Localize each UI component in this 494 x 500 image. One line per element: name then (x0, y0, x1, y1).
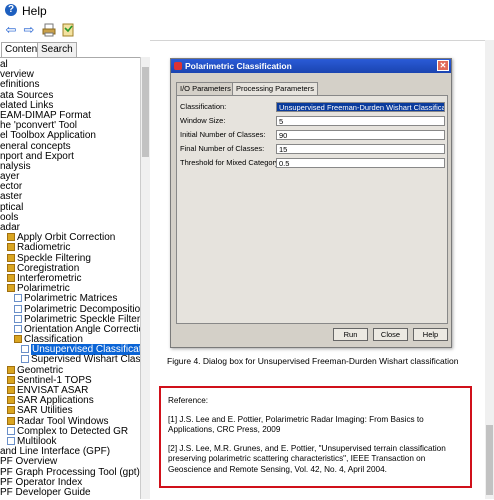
toolbar: ⇦ ⇨ (0, 22, 494, 40)
page-icon (14, 324, 22, 333)
book-icon (7, 365, 15, 374)
book-icon (7, 284, 15, 293)
reference-box: Reference: [1] J.S. Lee and E. Pottier, … (159, 386, 472, 488)
page-icon (14, 304, 22, 313)
content-scrollbar[interactable] (485, 40, 494, 499)
classification-select: Unsupervised Freeman-Durden Wishart Clas… (276, 102, 445, 112)
page-icon (7, 426, 15, 435)
close-button: Close (373, 328, 408, 341)
help-button: Help (413, 328, 448, 341)
figure-caption: Figure 4. Dialog box for Unsupervised Fr… (167, 356, 459, 366)
dialog-title: Polarimetric Classification (185, 61, 292, 71)
book-icon (7, 243, 15, 252)
tab-processing-parameters: Processing Parameters (232, 82, 318, 95)
dialog-panel: Classification: Unsupervised Freeman-Dur… (176, 95, 448, 324)
tree-item[interactable]: PF Developer Guide (0, 486, 140, 498)
help-icon: ? (5, 4, 17, 16)
dialog-titlebar: Polarimetric Classification ✕ (171, 59, 451, 73)
tree-item-label: PF Developer Guide (0, 486, 91, 498)
page-icon (7, 436, 15, 445)
run-button: Run (333, 328, 368, 341)
book-icon (7, 396, 15, 405)
contents-tree: al verview efinitions ata Sources elated Lin… (0, 59, 140, 498)
tab-search[interactable]: Search (37, 42, 77, 57)
tree-scrollbar-thumb[interactable] (142, 67, 149, 157)
help-content: Polarimetric Classification ✕ I/O Parame… (150, 40, 485, 500)
book-icon (14, 335, 22, 344)
tab-io-parameters: I/O Parameters (176, 82, 235, 95)
final-classes-label: Final Number of Classes: (180, 144, 265, 153)
window-title: Help (22, 4, 47, 18)
window-size-field: 5 (276, 116, 445, 126)
contents-tree-pane: al verview efinitions ata Sources elated Lin… (0, 57, 140, 500)
window-size-label: Window Size: (180, 116, 226, 125)
tree-item[interactable]: nalysis (0, 161, 140, 172)
reference-item: [2] J.S. Lee, M.R. Grunes, and E. Pottie… (168, 443, 446, 474)
book-icon (7, 386, 15, 394)
book-icon (7, 416, 15, 425)
page-icon (14, 314, 22, 323)
app-icon (174, 62, 182, 70)
page-icon (21, 355, 29, 364)
content-scrollbar-thumb[interactable] (486, 425, 493, 495)
initial-classes-field: 90 (276, 130, 445, 140)
close-icon: ✕ (437, 60, 449, 71)
options-icon[interactable] (61, 23, 75, 37)
tree-scrollbar[interactable] (140, 57, 150, 499)
threshold-label: Threshold for Mixed Category: (180, 158, 281, 167)
left-tabs: Contents Search (0, 42, 148, 57)
tree-item[interactable]: ptical (0, 202, 140, 213)
reference-item: [1] J.S. Lee and E. Pottier, Polarimetri… (168, 414, 424, 435)
back-arrow-icon[interactable]: ⇦ (4, 23, 18, 37)
final-classes-field: 15 (276, 144, 445, 154)
tree-item[interactable]: ools (0, 212, 140, 223)
classification-label: Classification: (180, 102, 227, 111)
forward-arrow-icon[interactable]: ⇨ (22, 23, 36, 37)
print-icon[interactable] (42, 23, 56, 37)
book-icon (7, 253, 15, 262)
page-icon (14, 294, 22, 303)
book-icon (7, 233, 15, 242)
dialog-screenshot: Polarimetric Classification ✕ I/O Parame… (170, 58, 452, 348)
book-icon (7, 263, 15, 272)
book-icon (7, 375, 15, 384)
window-titlebar: ? Help (0, 0, 494, 22)
page-icon (21, 345, 29, 354)
book-icon (7, 273, 15, 282)
book-icon (7, 406, 15, 415)
reference-heading: Reference: (168, 396, 209, 405)
initial-classes-label: Initial Number of Classes: (180, 130, 266, 139)
threshold-field: 0.5 (276, 158, 445, 168)
